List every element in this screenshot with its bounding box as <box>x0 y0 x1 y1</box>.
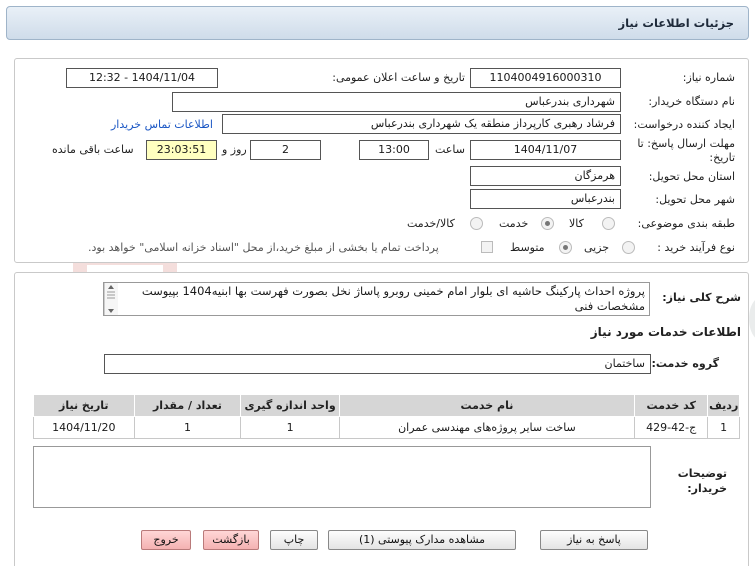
back-button[interactable]: بازگشت <box>203 530 259 550</box>
days-label: روز و <box>222 143 247 156</box>
category-radio-goods[interactable] <box>602 217 615 230</box>
request-creator-label: ایجاد کننده درخواست: <box>633 118 735 131</box>
service-group-label: گروه خدمت: <box>651 357 719 370</box>
description-textarea[interactable]: پروژه احداث پارکینگ حاشیه ای بلوار امام … <box>103 282 650 316</box>
col-service-name: نام خدمت <box>338 394 636 417</box>
cell-row: 1 <box>707 416 740 439</box>
deadline-label: مهلت ارسال پاسخ: تا تاریخ: <box>637 137 735 164</box>
services-table: ردیف کد خدمت نام خدمت واحد اندازه گیری ت… <box>33 394 740 439</box>
deadline-date-field[interactable]: 1404/11/07 <box>470 140 621 160</box>
category-radio-goods-service[interactable] <box>470 217 483 230</box>
description-scrollbar[interactable] <box>104 283 118 315</box>
col-quantity: تعداد / مقدار <box>133 394 242 417</box>
description-text: پروژه احداث پارکینگ حاشیه ای بلوار امام … <box>141 284 645 313</box>
announce-date-field[interactable]: 1404/11/04 - 12:32 <box>66 68 218 88</box>
service-group-field[interactable]: ساختمان <box>104 354 651 374</box>
deadline-time-field[interactable]: 13:00 <box>359 140 429 160</box>
category-option-goods-service: کالا/خدمت <box>407 217 455 230</box>
buyer-notes-textarea[interactable] <box>33 446 651 508</box>
buyer-name-field[interactable]: شهرداری بندرعباس <box>172 92 621 112</box>
page-title: جزئیات اطلاعات نیاز <box>618 16 734 30</box>
remaining-time-label: ساعت باقی مانده <box>52 143 134 156</box>
description-label: شرح کلی نیاز: <box>662 291 741 304</box>
process-radio-minor[interactable] <box>622 241 635 254</box>
deadline-time-label: ساعت <box>435 143 465 156</box>
process-option-minor: جزیی <box>584 241 610 254</box>
need-number-label: شماره نیاز: <box>682 71 735 84</box>
remaining-time-field[interactable]: 23:03:51 <box>146 140 217 160</box>
city-field[interactable]: بندرعباس <box>470 189 621 209</box>
buyer-name-label: نام دستگاه خریدار: <box>648 95 735 108</box>
print-button[interactable]: چاپ <box>270 530 318 550</box>
province-label: استان محل تحویل: <box>648 170 735 183</box>
treasury-payment-checkbox[interactable] <box>481 241 493 253</box>
reply-button[interactable]: پاسخ به نیاز <box>540 530 648 550</box>
buyer-notes-label: توضیحات خریدار: <box>677 467 727 495</box>
col-unit: واحد اندازه گیری <box>240 394 340 417</box>
category-option-service: خدمت <box>499 217 529 230</box>
scroll-arrows-icon <box>107 285 115 313</box>
category-radio-service[interactable] <box>541 217 554 230</box>
province-field[interactable]: هرمزگان <box>470 166 621 186</box>
services-section-title: اطلاعات خدمات مورد نیاز <box>590 325 741 339</box>
services-table-header: ردیف کد خدمت نام خدمت واحد اندازه گیری ت… <box>33 394 740 417</box>
cell-need-date: 1404/11/20 <box>33 416 135 439</box>
page-header: جزئیات اطلاعات نیاز <box>6 6 749 40</box>
col-row: ردیف <box>707 394 740 417</box>
announce-date-label: تاریخ و ساعت اعلان عمومی: <box>332 71 465 84</box>
buyer-contact-link[interactable]: اطلاعات تماس خریدار <box>111 118 213 131</box>
exit-button[interactable]: خروج <box>141 530 191 550</box>
col-service-code: کد خدمت <box>634 394 709 417</box>
process-radio-medium[interactable] <box>559 241 572 254</box>
attachments-button[interactable]: مشاهده مدارک پیوستی (1) <box>328 530 516 550</box>
cell-unit: 1 <box>240 416 340 439</box>
cell-service-name: ساخت سایر پروژه‌های مهندسی عمران <box>338 416 636 439</box>
remaining-days-field[interactable]: 2 <box>250 140 321 160</box>
cell-service-code: ج-42-429 <box>634 416 709 439</box>
treasury-payment-note: پرداخت تمام یا بخشی از مبلغ خرید،از محل … <box>88 241 439 254</box>
request-creator-field[interactable]: فرشاد رهبری کارپرداز منطقه یک شهرداری بن… <box>222 114 621 134</box>
col-need-date: تاریخ نیاز <box>33 394 135 417</box>
category-option-goods: کالا <box>569 217 584 230</box>
city-label: شهر محل تحویل: <box>655 193 735 206</box>
need-number-field[interactable]: 1104004916000310 <box>470 68 621 88</box>
category-label: طبقه بندی موضوعی: <box>637 217 735 230</box>
process-type-label: نوع فرآیند خرید : <box>657 241 735 254</box>
cell-quantity: 1 <box>133 416 242 439</box>
table-row[interactable]: 1 ج-42-429 ساخت سایر پروژه‌های مهندسی عم… <box>33 416 740 439</box>
process-option-medium: متوسط <box>510 241 545 254</box>
